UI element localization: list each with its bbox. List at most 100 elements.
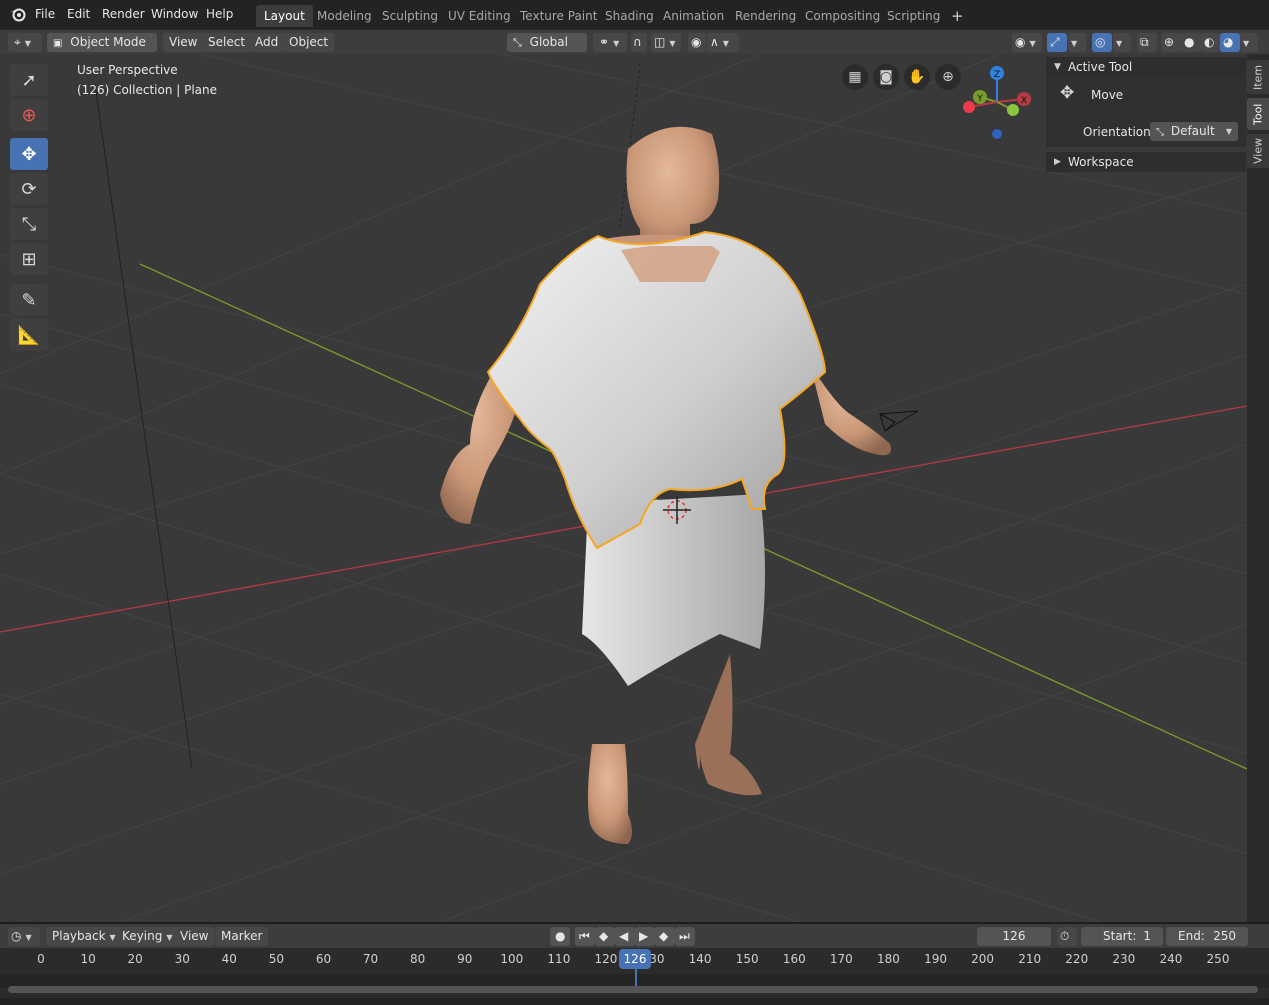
solid-shading-button[interactable]: ● bbox=[1181, 33, 1201, 52]
workspace-panel-header[interactable]: ▶ Workspace bbox=[1046, 152, 1246, 172]
gizmo-z-label: Z bbox=[994, 70, 1000, 80]
menu-file[interactable]: File bbox=[35, 5, 55, 24]
viewport-collection-label: (126) Collection | Plane bbox=[77, 83, 218, 97]
tab-rendering[interactable]: Rendering bbox=[727, 5, 804, 27]
3d-viewport[interactable]: Z X Y User Perspective (126) Collection … bbox=[0, 54, 1247, 922]
start-frame-field[interactable]: Start: 1 bbox=[1081, 927, 1163, 946]
playback-menu[interactable]: Playback ▼ bbox=[46, 927, 122, 946]
cursor-arrow-icon: ➚ bbox=[21, 69, 37, 91]
zoom-view-button[interactable]: ⊕ bbox=[935, 64, 961, 90]
chevron-down-icon: ▼ bbox=[24, 39, 31, 48]
falloff-dropdown[interactable]: ∧ ▼ bbox=[707, 33, 739, 52]
gizmo-dropdown[interactable]: ▼ bbox=[1068, 33, 1086, 52]
move-arrows-icon: ✥ bbox=[21, 143, 37, 165]
blender-logo-icon[interactable] bbox=[9, 6, 26, 25]
auto-keying-button[interactable]: ● bbox=[550, 927, 570, 946]
timeline-tick-label: 230 bbox=[1112, 952, 1136, 966]
tab-sculpting[interactable]: Sculpting bbox=[374, 5, 446, 27]
tab-item[interactable]: Item bbox=[1247, 60, 1269, 94]
current-frame-field[interactable]: 126 bbox=[977, 927, 1051, 946]
chevron-down-icon: ▼ bbox=[1116, 39, 1123, 48]
timeline-scrollbar[interactable] bbox=[8, 986, 1258, 993]
tab-view[interactable]: View bbox=[1247, 134, 1269, 168]
workspace-title: Workspace bbox=[1068, 155, 1134, 169]
tab-modeling[interactable]: Modeling bbox=[309, 5, 380, 27]
rotate-tool[interactable]: ⟳ bbox=[10, 173, 48, 205]
viewport-perspective-label: User Perspective bbox=[77, 63, 178, 77]
snap-toggle[interactable]: ∩ bbox=[631, 33, 647, 52]
material-shading-button[interactable]: ◐ bbox=[1201, 33, 1221, 52]
tab-tool[interactable]: Tool bbox=[1247, 98, 1269, 130]
move-tool[interactable]: ✥ bbox=[10, 138, 48, 170]
rendered-shading-button[interactable]: ◕ bbox=[1220, 33, 1240, 52]
visibility-dropdown[interactable]: ◉ ▼ bbox=[1012, 33, 1042, 52]
tab-uv-editing[interactable]: UV Editing bbox=[440, 5, 519, 27]
tab-animation[interactable]: Animation bbox=[655, 5, 732, 27]
active-tool-panel-header[interactable]: ▼ Active Tool bbox=[1046, 57, 1246, 77]
pivot-point-dropdown[interactable]: ⚭ ▼ bbox=[593, 33, 627, 52]
select-menu[interactable]: Select bbox=[202, 33, 252, 52]
add-menu[interactable]: Add bbox=[249, 33, 285, 52]
camera-view-button[interactable]: ◙ bbox=[873, 64, 899, 90]
tab-compositing[interactable]: Compositing bbox=[797, 5, 888, 27]
prev-keyframe-button[interactable]: ◆ bbox=[595, 927, 615, 946]
current-frame-indicator[interactable]: 126 bbox=[619, 949, 651, 969]
jump-end-button[interactable]: ⏭ bbox=[675, 927, 695, 946]
timeline-tick-label: 150 bbox=[735, 952, 759, 966]
scale-tool[interactable]: ⤡ bbox=[10, 208, 48, 240]
xray-icon: ⧉ bbox=[1140, 35, 1149, 49]
snap-target-dropdown[interactable]: ◫ ▼ bbox=[651, 33, 681, 52]
tab-texture-paint[interactable]: Texture Paint bbox=[512, 5, 605, 27]
transform-tool[interactable]: ⊞ bbox=[10, 243, 48, 275]
overlays-toggle[interactable]: ◎ bbox=[1092, 33, 1112, 52]
shading-dropdown[interactable]: ▼ bbox=[1240, 33, 1258, 52]
end-frame-field[interactable]: End: 250 bbox=[1166, 927, 1248, 946]
marker-menu[interactable]: Marker bbox=[215, 927, 269, 946]
preview-range-toggle[interactable]: ⏱ bbox=[1057, 927, 1077, 946]
object-mode-icon: ▣ bbox=[53, 38, 63, 49]
xray-toggle[interactable]: ⧉ bbox=[1137, 33, 1157, 52]
next-keyframe-button[interactable]: ◆ bbox=[655, 927, 675, 946]
timeline-view-menu[interactable]: View bbox=[174, 927, 215, 946]
tab-layout[interactable]: Layout bbox=[256, 5, 313, 27]
falloff-curve-icon: ∧ bbox=[710, 35, 719, 49]
annotate-tool[interactable]: ✎ bbox=[10, 284, 48, 316]
orientation-dropdown[interactable]: ⤡ Default ▼ bbox=[1150, 122, 1238, 141]
wireframe-shading-button[interactable]: ⊕ bbox=[1161, 33, 1181, 52]
timeline-editor-type-button[interactable]: ◷ ▼ bbox=[8, 927, 40, 946]
view-menu[interactable]: View bbox=[163, 33, 204, 52]
play-reverse-icon: ◀ bbox=[619, 929, 629, 943]
add-workspace-button[interactable]: + bbox=[943, 5, 972, 27]
timeline-area[interactable]: 0 10 20 30 40 50 60 70 80 90 100 110 120 130 140 150 160… bbox=[0, 948, 1269, 998]
playhead-line bbox=[635, 968, 637, 986]
cursor-tool[interactable]: ⊕ bbox=[10, 99, 48, 131]
gizmo-toggle[interactable]: ⤢ bbox=[1047, 33, 1067, 52]
tab-scripting[interactable]: Scripting bbox=[879, 5, 948, 27]
pan-view-button[interactable]: ✋ bbox=[904, 64, 930, 90]
chevron-down-icon: ▼ bbox=[109, 933, 116, 942]
toggle-perspective-button[interactable]: ▦ bbox=[842, 64, 868, 90]
menu-window[interactable]: Window bbox=[151, 5, 198, 24]
play-reverse-button[interactable]: ◀ bbox=[615, 927, 635, 946]
timeline-tick-label: 250 bbox=[1206, 952, 1230, 966]
sidebar-tab-strip: Item Tool View bbox=[1247, 54, 1269, 922]
measure-tool[interactable]: 📐 bbox=[10, 319, 48, 351]
tab-shading[interactable]: Shading bbox=[597, 5, 662, 27]
menu-edit[interactable]: Edit bbox=[67, 5, 90, 24]
editor-type-button[interactable]: ⌖ ▼ bbox=[8, 33, 42, 52]
playback-label: Playback bbox=[52, 929, 106, 943]
menu-help[interactable]: Help bbox=[206, 5, 233, 24]
menu-render[interactable]: Render bbox=[102, 5, 145, 24]
scene-canvas[interactable]: Z X Y bbox=[0, 54, 1247, 922]
overlays-dropdown[interactable]: ▼ bbox=[1113, 33, 1131, 52]
proportional-edit-toggle[interactable]: ◉ bbox=[688, 33, 706, 52]
select-box-tool[interactable]: ➚ bbox=[10, 64, 48, 96]
object-menu[interactable]: Object bbox=[283, 33, 335, 52]
transform-orientation-dropdown[interactable]: ⤡ Global ▼ bbox=[507, 33, 587, 67]
jump-start-button[interactable]: ⏮ bbox=[575, 927, 595, 946]
sidebar-panel: ▼ Active Tool ✥ Move Orientation ⤡ Defau… bbox=[1046, 57, 1246, 175]
keying-menu[interactable]: Keying ▼ bbox=[116, 927, 179, 946]
mode-dropdown[interactable]: ▣ Object Mode ▼ bbox=[47, 33, 157, 68]
play-button[interactable]: ▶ bbox=[635, 927, 655, 946]
timeline-tick-label: 60 bbox=[315, 952, 332, 966]
